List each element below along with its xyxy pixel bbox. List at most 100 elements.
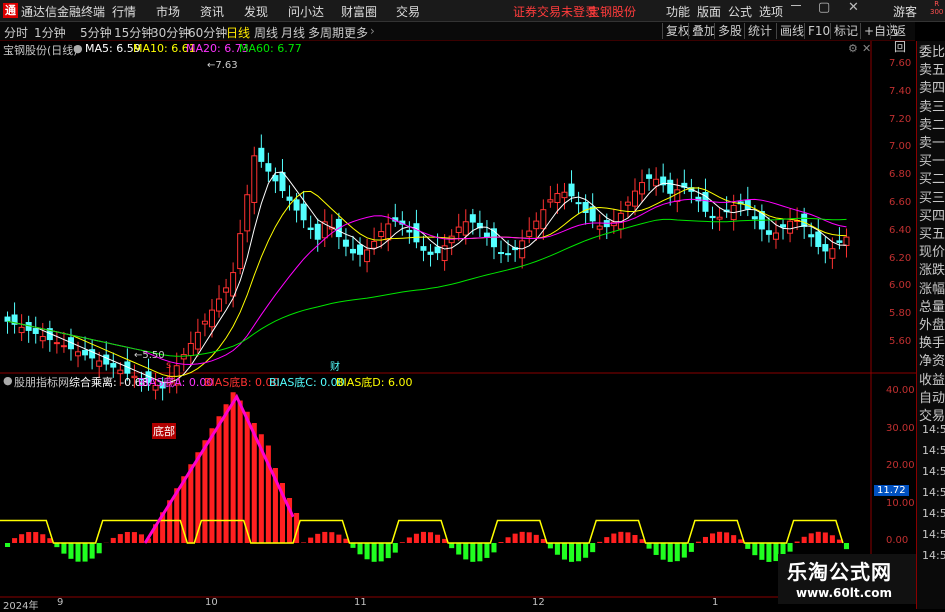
side-panel-item[interactable]: 卖四: [919, 80, 945, 98]
price-tick: 7.00: [889, 141, 911, 152]
period-daily[interactable]: 日线: [226, 24, 250, 41]
indicator-bar-up: [224, 404, 229, 543]
side-panel-item[interactable]: 总量: [919, 299, 945, 317]
period-monthly[interactable]: 月线: [281, 24, 305, 41]
kline-svg[interactable]: [0, 41, 916, 609]
minimize-icon[interactable]: [791, 5, 801, 6]
period-60min[interactable]: 60分钟: [188, 24, 227, 41]
indicator-bar-up: [238, 401, 243, 544]
side-panel-item[interactable]: 外盘: [919, 317, 945, 335]
period-weekly[interactable]: 周线: [254, 24, 278, 41]
indicator-bar-down: [386, 543, 391, 558]
side-panel-item[interactable]: 买三: [919, 190, 945, 208]
side-panel-item[interactable]: 买二: [919, 171, 945, 189]
side-panel-item[interactable]: 收益: [919, 372, 945, 390]
side-panel-item[interactable]: 换手: [919, 335, 945, 353]
gear-icon[interactable]: ⚙: [848, 42, 858, 55]
menu-gongneng[interactable]: 功能: [666, 3, 690, 20]
trade-time: 14:56: [922, 465, 945, 478]
indicator-bar-up: [625, 532, 630, 543]
period-more[interactable]: 更多: [344, 24, 368, 41]
indicator-bar-up: [597, 542, 602, 543]
menu-caifuquan[interactable]: 财富圈: [341, 3, 377, 20]
side-panel-item[interactable]: 涨幅: [919, 281, 945, 299]
menu-shichang[interactable]: 市场: [156, 3, 180, 20]
side-panel-item[interactable]: 买四: [919, 208, 945, 226]
indicator-bar-up: [111, 538, 116, 543]
btn-f10[interactable]: F10: [804, 23, 833, 39]
btn-biaoji[interactable]: 标记: [830, 23, 861, 39]
menu-banmian[interactable]: 版面: [697, 3, 721, 20]
indicator-bar-down: [456, 543, 461, 555]
side-panel-item[interactable]: 涨跌: [919, 262, 945, 280]
period-multi[interactable]: 多周期: [308, 24, 344, 41]
side-panel-item[interactable]: 买五: [919, 226, 945, 244]
indicator-bar-up: [202, 440, 207, 543]
menu-gongshi[interactable]: 公式: [728, 3, 752, 20]
tdx-logo-icon: 通: [3, 3, 18, 18]
period-30min[interactable]: 30分钟: [151, 24, 190, 41]
guest-label[interactable]: 游客: [893, 3, 917, 20]
side-panel-item[interactable]: 自动: [919, 390, 945, 408]
candle-body: [5, 317, 10, 321]
chevron-right-icon[interactable]: ›: [370, 24, 375, 38]
btn-back[interactable]: 返回: [890, 23, 915, 39]
candle-body: [280, 173, 285, 191]
price-tick: 5.80: [889, 308, 911, 319]
date-nov: 11: [354, 597, 367, 608]
indicator-bar-up: [703, 537, 708, 543]
side-panel-item[interactable]: 现价: [919, 244, 945, 262]
close-icon[interactable]: ✕: [848, 0, 859, 15]
candle-body: [19, 327, 24, 332]
menu-wenxiaoda[interactable]: 问小达: [288, 3, 324, 20]
side-panel-item[interactable]: 卖五: [919, 62, 945, 80]
period-toolbar: 分时 1分钟 5分钟 15分钟 30分钟 60分钟 日线 周线 月线 多周期 更…: [0, 22, 915, 41]
candle-body: [209, 310, 214, 327]
indicator-bar-down: [752, 543, 757, 555]
btn-huaxian[interactable]: 画线: [776, 23, 807, 39]
restore-icon[interactable]: ▢: [818, 0, 830, 15]
price-tick: 6.40: [889, 225, 911, 236]
side-panel-item[interactable]: 净资: [919, 353, 945, 371]
menu-jiaoyi[interactable]: 交易: [396, 3, 420, 20]
candle-body: [315, 224, 320, 239]
trade-time: 14:56: [922, 549, 945, 562]
candle-body: [97, 361, 102, 366]
candle-body: [365, 250, 370, 262]
period-1min[interactable]: 1分钟: [34, 24, 66, 41]
indicator-toggle-icon[interactable]: ●: [3, 374, 13, 387]
indicator-tick: 20.00: [886, 460, 915, 471]
period-fenshi[interactable]: 分时: [4, 24, 28, 41]
indicator-tick: 10.00: [886, 498, 915, 509]
ma60-line: [8, 218, 847, 356]
menu-zixun[interactable]: 资讯: [200, 3, 224, 20]
indicator-bar-down: [844, 543, 849, 549]
chart-area[interactable]: [0, 41, 916, 609]
menu-xuanxiang[interactable]: 选项: [759, 3, 783, 20]
btn-tongji[interactable]: 统计: [744, 23, 775, 39]
trade-login-warning[interactable]: 证券交易未登录: [513, 3, 597, 20]
settings-toggle-icon[interactable]: ●: [73, 42, 83, 55]
indicator-bar-up: [26, 532, 31, 543]
indicator-bar-up: [308, 538, 313, 543]
indicator-bar-down: [689, 543, 694, 552]
current-stock-name[interactable]: 宝钢股份: [588, 3, 636, 20]
menu-hangqing[interactable]: 行情: [112, 3, 136, 20]
side-panel-item[interactable]: 卖三: [919, 99, 945, 117]
btn-duogu[interactable]: 多股: [714, 23, 745, 39]
side-panel-item[interactable]: 买一: [919, 153, 945, 171]
side-panel-item[interactable]: 卖一: [919, 135, 945, 153]
period-5min[interactable]: 5分钟: [80, 24, 112, 41]
menu-faxian[interactable]: 发现: [244, 3, 268, 20]
candle-body: [823, 245, 828, 251]
side-panel-item[interactable]: 委比: [919, 44, 945, 62]
indicator-bar-down: [759, 543, 764, 560]
bias-c-value: BIAS底C: 0.00: [269, 374, 345, 390]
period-15min[interactable]: 15分钟: [114, 24, 153, 41]
close-panel-icon[interactable]: ✕: [862, 42, 871, 55]
candle-body: [287, 197, 292, 200]
side-panel-item[interactable]: 卖二: [919, 117, 945, 135]
candle-body: [40, 337, 45, 341]
candle-body: [195, 332, 200, 349]
indicator-bar-up: [710, 533, 715, 543]
